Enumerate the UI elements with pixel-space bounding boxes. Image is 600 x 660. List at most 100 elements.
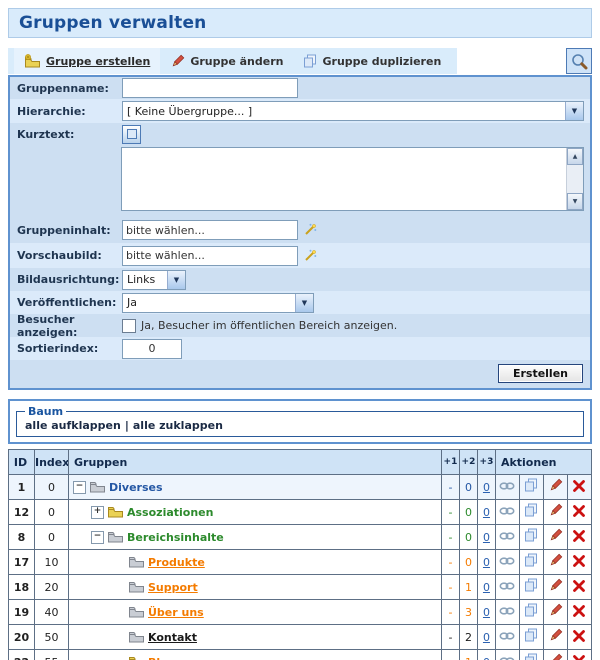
header-plus2: +2 bbox=[459, 450, 477, 475]
search-button[interactable] bbox=[566, 48, 592, 74]
expand-all-link[interactable]: alle aufklappen bbox=[25, 419, 121, 432]
group-name-link[interactable]: Über uns bbox=[148, 606, 204, 619]
gruppeninhalt-input[interactable] bbox=[122, 220, 298, 240]
hierarchie-select[interactable]: [ Keine Übergruppe... ] ▼ bbox=[122, 101, 584, 121]
duplicate-action-button[interactable] bbox=[519, 625, 543, 650]
folder-new-icon bbox=[24, 54, 41, 68]
cell-plus3: 0 bbox=[477, 475, 495, 500]
gruppenname-input[interactable] bbox=[122, 78, 298, 98]
wand-icon[interactable] bbox=[303, 223, 317, 237]
cell-plus1: - bbox=[441, 600, 459, 625]
edit-action-button[interactable] bbox=[543, 475, 567, 500]
textarea-scrollbar[interactable]: ▲ ▼ bbox=[566, 148, 583, 210]
collapse-toggle-icon[interactable]: − bbox=[73, 481, 86, 494]
cell-index: 0 bbox=[35, 475, 69, 500]
collapse-all-link[interactable]: alle zuklappen bbox=[133, 419, 223, 432]
scroll-down-icon[interactable]: ▼ bbox=[567, 193, 583, 210]
folder-icon bbox=[90, 481, 105, 493]
erstellen-button[interactable]: Erstellen bbox=[498, 364, 583, 383]
delete-icon bbox=[572, 554, 586, 568]
edit-action-button[interactable] bbox=[543, 575, 567, 600]
scroll-up-icon[interactable]: ▲ bbox=[567, 148, 583, 165]
table-row: 80−Bereichsinhalte-00 bbox=[9, 525, 592, 550]
pencil-icon bbox=[548, 653, 563, 660]
link-action-button[interactable] bbox=[495, 650, 519, 660]
cell-plus3: 0 bbox=[477, 650, 495, 660]
edit-action-button[interactable] bbox=[543, 650, 567, 660]
group-name-link[interactable]: Diverses bbox=[109, 481, 163, 494]
edit-action-button[interactable] bbox=[543, 500, 567, 525]
duplicate-action-button[interactable] bbox=[519, 550, 543, 575]
link-action-button[interactable] bbox=[495, 550, 519, 575]
page-title-panel: Gruppen verwalten bbox=[8, 8, 592, 38]
link-action-button[interactable] bbox=[495, 575, 519, 600]
tab-gruppe-duplizieren[interactable]: Gruppe duplizieren bbox=[293, 48, 451, 74]
delete-action-button[interactable] bbox=[567, 600, 591, 625]
plus3-link[interactable]: 0 bbox=[483, 606, 490, 619]
group-name-link[interactable]: Bereichsinhalte bbox=[127, 531, 224, 544]
editor-open-icon[interactable] bbox=[122, 125, 141, 144]
gruppenname-label: Gruppenname: bbox=[10, 82, 122, 95]
bildausrichtung-select[interactable]: Links ▼ bbox=[122, 270, 186, 290]
wand-icon[interactable] bbox=[303, 249, 317, 263]
link-action-button[interactable] bbox=[495, 500, 519, 525]
delete-action-button[interactable] bbox=[567, 475, 591, 500]
delete-action-button[interactable] bbox=[567, 550, 591, 575]
table-row: 2255Blog-10 bbox=[9, 650, 592, 660]
cell-group: − Bereichsinhalte bbox=[69, 525, 442, 550]
header-id: ID bbox=[9, 450, 35, 475]
tab-gruppe-erstellen[interactable]: Gruppe erstellen bbox=[14, 48, 160, 74]
duplicate-action-button[interactable] bbox=[519, 475, 543, 500]
collapse-toggle-icon[interactable]: − bbox=[91, 531, 104, 544]
kurztext-label: Kurztext: bbox=[10, 128, 122, 141]
duplicate-action-button[interactable] bbox=[519, 500, 543, 525]
group-name-link[interactable]: Produkte bbox=[148, 556, 205, 569]
plus3-link[interactable]: 0 bbox=[483, 556, 490, 569]
link-action-button[interactable] bbox=[495, 475, 519, 500]
plus3-link[interactable]: 0 bbox=[483, 531, 490, 544]
duplicate-action-button[interactable] bbox=[519, 525, 543, 550]
hierarchie-selected-value: [ Keine Übergruppe... ] bbox=[123, 102, 565, 120]
delete-action-button[interactable] bbox=[567, 625, 591, 650]
plus3-link[interactable]: 0 bbox=[483, 581, 490, 594]
delete-icon bbox=[572, 504, 586, 518]
delete-action-button[interactable] bbox=[567, 650, 591, 660]
group-name-link[interactable]: Blog bbox=[148, 656, 176, 660]
kurztext-textarea[interactable]: ▲ ▼ bbox=[121, 147, 584, 211]
folder-icon bbox=[129, 581, 144, 593]
veroeffentlichen-select[interactable]: Ja ▼ bbox=[122, 293, 314, 313]
link-action-button[interactable] bbox=[495, 525, 519, 550]
cell-id: 8 bbox=[9, 525, 35, 550]
edit-action-button[interactable] bbox=[543, 625, 567, 650]
form-row-bildausrichtung: Bildausrichtung: Links ▼ bbox=[10, 268, 590, 291]
group-name-link[interactable]: Kontakt bbox=[148, 631, 197, 644]
duplicate-action-button[interactable] bbox=[519, 575, 543, 600]
sortierindex-input[interactable] bbox=[122, 339, 182, 359]
folder-icon bbox=[129, 656, 144, 660]
duplicate-action-button[interactable] bbox=[519, 600, 543, 625]
copy-icon bbox=[524, 478, 538, 493]
delete-action-button[interactable] bbox=[567, 575, 591, 600]
delete-action-button[interactable] bbox=[567, 500, 591, 525]
link-icon bbox=[499, 656, 515, 660]
link-action-button[interactable] bbox=[495, 625, 519, 650]
group-name-link[interactable]: Assoziationen bbox=[127, 506, 213, 519]
edit-action-button[interactable] bbox=[543, 600, 567, 625]
delete-action-button[interactable] bbox=[567, 525, 591, 550]
plus3-link[interactable]: 0 bbox=[483, 631, 490, 644]
duplicate-action-button[interactable] bbox=[519, 650, 543, 660]
plus3-link[interactable]: 0 bbox=[483, 506, 490, 519]
link-action-button[interactable] bbox=[495, 600, 519, 625]
veroeffentlichen-label: Veröffentlichen: bbox=[10, 296, 122, 309]
plus3-link[interactable]: 0 bbox=[483, 481, 490, 494]
vorschaubild-label: Vorschaubild: bbox=[10, 249, 122, 262]
delete-icon bbox=[572, 579, 586, 593]
edit-action-button[interactable] bbox=[543, 525, 567, 550]
expand-toggle-icon[interactable]: + bbox=[91, 506, 104, 519]
besucher-checkbox[interactable] bbox=[122, 319, 136, 333]
edit-action-button[interactable] bbox=[543, 550, 567, 575]
vorschaubild-input[interactable] bbox=[122, 246, 298, 266]
plus3-link[interactable]: 0 bbox=[483, 656, 490, 660]
group-name-link[interactable]: Support bbox=[148, 581, 198, 594]
tab-gruppe-ndern[interactable]: Gruppe ändern bbox=[160, 48, 293, 74]
